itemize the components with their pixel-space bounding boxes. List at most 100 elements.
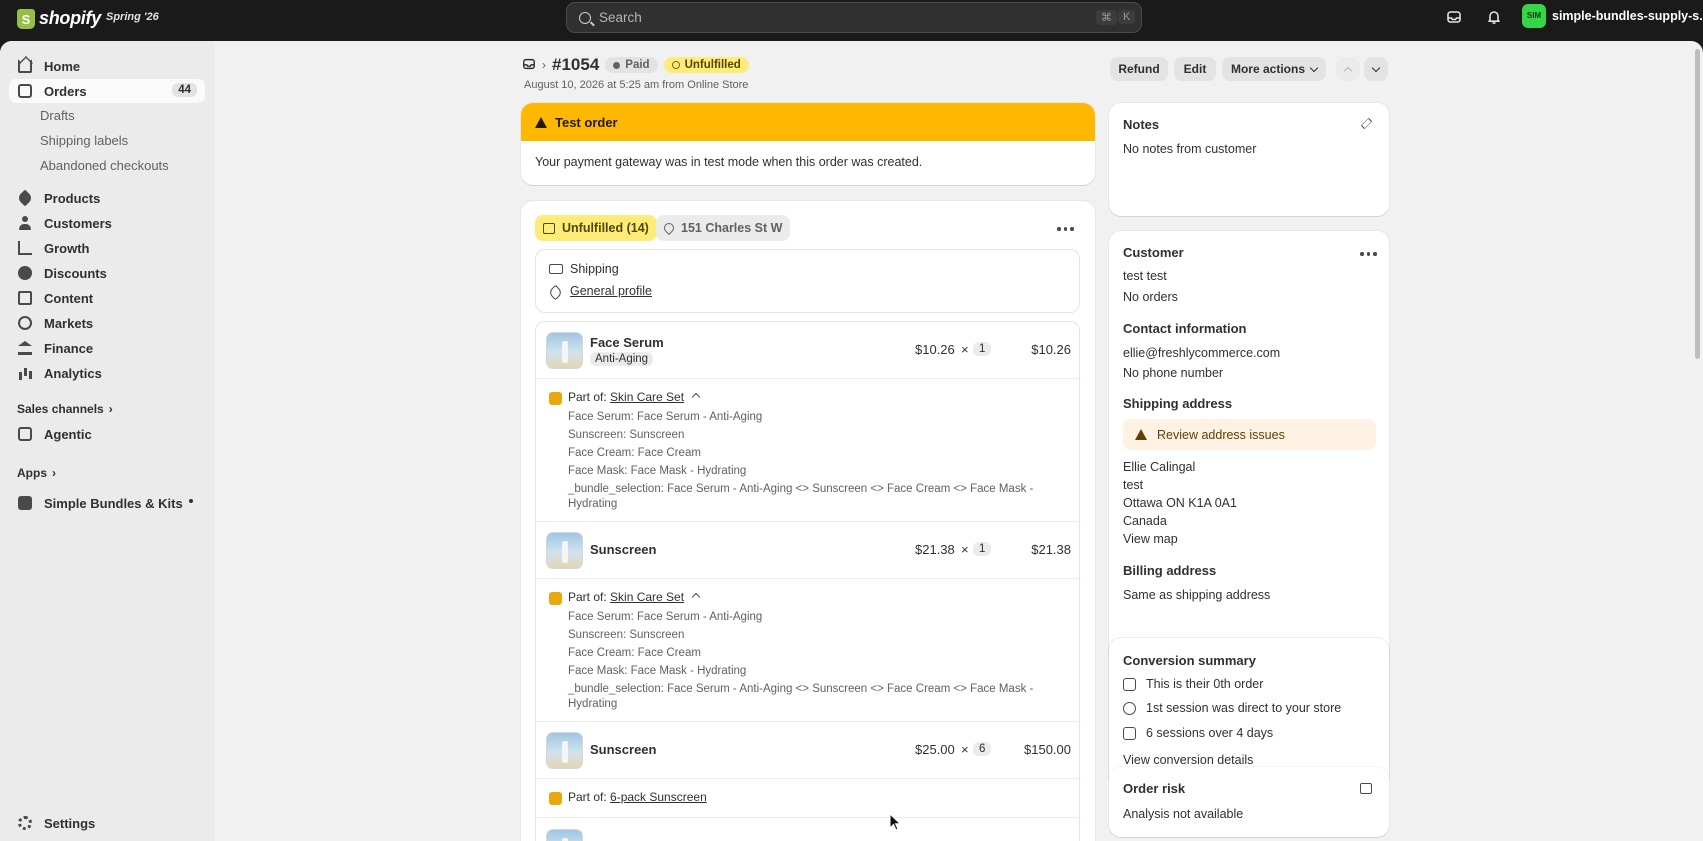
- view-map-link[interactable]: View map: [1123, 532, 1178, 546]
- sidebar-item-customers[interactable]: Customers: [9, 211, 205, 235]
- product-name[interactable]: Sunscreen: [590, 542, 656, 557]
- chevron-right-icon: ›: [52, 466, 56, 480]
- line-item: Face Serum Anti-Aging $10.26 × 1 $10.26: [536, 322, 1081, 380]
- banner-title: Test order: [555, 114, 618, 130]
- divider: [536, 778, 1081, 779]
- bundle-part-of: Part of: Skin Care Set: [568, 590, 701, 604]
- line-total: $10.26: [1031, 342, 1071, 357]
- quantity-badge: 1: [973, 542, 992, 556]
- sidebar-item-finance[interactable]: Finance: [9, 336, 205, 360]
- orders-breadcrumb-icon[interactable]: [522, 57, 536, 74]
- sidebar-item-growth[interactable]: Growth: [9, 236, 205, 260]
- bundle-property: Face Serum: Face Serum - Anti-Aging: [568, 411, 763, 423]
- bundle-link[interactable]: Skin Care Set: [610, 390, 684, 404]
- page-scrollbar[interactable]: [1695, 49, 1700, 359]
- line-item: Sunscreen $25.00 × 6 $150.00: [536, 722, 1081, 780]
- k-key: K: [1118, 10, 1136, 24]
- refund-button[interactable]: Refund: [1110, 57, 1168, 81]
- customer-menu-icon[interactable]: [1360, 252, 1377, 256]
- customer-name-link[interactable]: test test: [1123, 269, 1167, 283]
- sales-channels-section[interactable]: Sales channels ›: [17, 402, 113, 416]
- more-actions-button[interactable]: More actions: [1222, 57, 1326, 81]
- bundle-property: Sunscreen: Sunscreen: [568, 429, 685, 441]
- shipping-address-title: Shipping address: [1123, 396, 1233, 411]
- card-menu-icon[interactable]: [1057, 227, 1074, 231]
- search-input[interactable]: Search ⌘ K: [566, 2, 1142, 33]
- sidebar-item-shipping-labels[interactable]: Shipping labels: [40, 133, 128, 148]
- test-order-card: Test order Your payment gateway was in t…: [521, 103, 1095, 185]
- bundle-properties: Face Serum: Face Serum - Anti-Aging Suns…: [568, 408, 1068, 512]
- location-badge: 151 Charles St W: [656, 215, 791, 241]
- bundle-property: Sunscreen: Sunscreen: [568, 629, 685, 641]
- bundle-link[interactable]: Skin Care Set: [610, 590, 684, 604]
- sidebar-item-label: Discounts: [44, 265, 107, 281]
- product-thumbnail[interactable]: [546, 829, 583, 841]
- sidebar-item-markets[interactable]: Markets: [9, 311, 205, 335]
- review-address-label: Review address issues: [1157, 427, 1285, 442]
- conversion-text: 6 sessions over 4 days: [1146, 726, 1274, 740]
- pencil-icon[interactable]: [1360, 117, 1373, 130]
- sidebar-item-drafts[interactable]: Drafts: [40, 108, 75, 123]
- product-thumbnail[interactable]: [546, 332, 583, 369]
- bundle-part-of: Part of: 6-pack Sunscreen: [568, 790, 707, 804]
- bell-icon[interactable]: [1486, 9, 1506, 29]
- sidebar-item-home[interactable]: Home: [9, 54, 205, 78]
- logo-wordmark: shopify: [39, 8, 101, 28]
- chevron-up-icon[interactable]: [691, 392, 701, 402]
- store-menu-button[interactable]: SIM simple-bundles-supply-s...: [1522, 4, 1703, 28]
- product-thumbnail[interactable]: [546, 532, 583, 569]
- sidebar-item-analytics[interactable]: Analytics: [9, 361, 205, 385]
- chevron-down-icon: [1371, 63, 1381, 72]
- quantity-badge: 6: [973, 742, 992, 756]
- badge-label: 151 Charles St W: [681, 221, 783, 235]
- edition-label: Spring '26: [106, 11, 159, 23]
- previous-order-button[interactable]: [1336, 57, 1360, 81]
- review-address-button[interactable]: Review address issues: [1123, 419, 1376, 450]
- product-name[interactable]: Sunscreen: [590, 742, 656, 757]
- sidebar-item-content[interactable]: Content: [9, 286, 205, 310]
- sidebar-item-agentic[interactable]: Agentic: [9, 422, 205, 446]
- bundle-link[interactable]: 6-pack Sunscreen: [610, 790, 707, 804]
- badge-label: Unfulfilled: [684, 59, 741, 71]
- conversion-text: This is their 0th order: [1146, 677, 1264, 691]
- badge-label: Paid: [625, 59, 650, 71]
- page-title: #1054: [552, 55, 600, 74]
- conversion-row: This is their 0th order: [1123, 677, 1263, 691]
- customer-email-link[interactable]: ellie@freshlycommerce.com: [1123, 346, 1280, 360]
- tag-icon: [16, 189, 34, 207]
- sidebar-item-abandoned-checkouts[interactable]: Abandoned checkouts: [40, 158, 169, 173]
- sidebar-item-label: Finance: [44, 340, 94, 356]
- store-avatar: SIM: [1522, 4, 1546, 28]
- part-of-label: Part of:: [568, 790, 607, 804]
- sidebar-item-label: Settings: [44, 815, 96, 831]
- order-icon: [1123, 677, 1136, 691]
- next-order-button[interactable]: [1364, 57, 1388, 81]
- sidebar-item-simple-bundles[interactable]: Simple Bundles & Kits: [9, 491, 205, 515]
- product-name[interactable]: Face Serum: [590, 335, 664, 350]
- edit-button[interactable]: Edit: [1174, 57, 1216, 81]
- risk-search-icon[interactable]: [1360, 783, 1372, 794]
- sidebar-item-settings[interactable]: Settings: [9, 811, 205, 835]
- shopify-logo[interactable]: S shopify: [17, 8, 101, 29]
- conversion-row: 6 sessions over 4 days: [1123, 726, 1273, 740]
- apps-section[interactable]: Apps ›: [17, 466, 56, 480]
- view-conversion-details-link[interactable]: View conversion details: [1123, 753, 1253, 767]
- sidebar-item-orders[interactable]: Orders 44: [9, 79, 205, 103]
- sidebar-item-discounts[interactable]: Discounts: [9, 261, 205, 285]
- fulfillment-status-badge: Unfulfilled: [663, 57, 749, 73]
- inbox-icon[interactable]: [1446, 9, 1466, 29]
- chevron-up-icon[interactable]: [691, 592, 701, 602]
- general-profile-link[interactable]: General profile: [570, 284, 652, 298]
- divider: [536, 378, 1081, 379]
- inbox-icon: [18, 84, 32, 98]
- mouse-cursor-icon: [889, 812, 902, 834]
- product-thumbnail[interactable]: [546, 732, 583, 769]
- sidebar-item-label: Products: [44, 190, 101, 206]
- contact-title: Contact information: [1123, 321, 1247, 336]
- shopping-bag-icon: S: [17, 8, 35, 29]
- bundle-property: Face Cream: Face Cream: [568, 647, 701, 659]
- line-total: $150.00: [1024, 742, 1071, 757]
- address-line: test: [1123, 478, 1144, 492]
- sidebar-item-products[interactable]: Products: [9, 186, 205, 210]
- customer-orders: No orders: [1123, 290, 1178, 304]
